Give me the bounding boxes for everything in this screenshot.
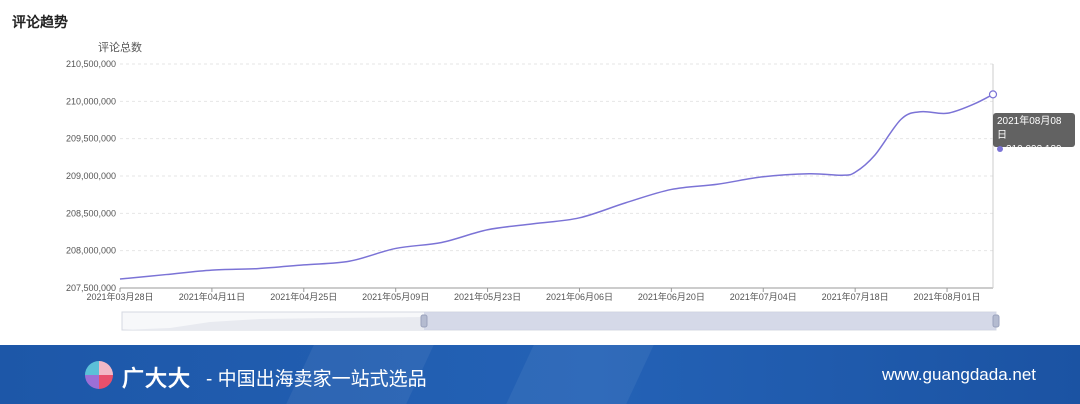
guangdada-logo-icon	[85, 361, 113, 389]
zoom-selection[interactable]	[424, 312, 996, 330]
y-tick-label: 210,000,000	[66, 96, 116, 106]
x-tick-labels: 2021年03月28日 2021年04月11日 2021年04月25日 2021年05…	[86, 288, 981, 302]
y-axis-label: 评论总数	[98, 40, 142, 54]
highlighted-point[interactable]	[988, 90, 998, 99]
banner-stripe	[506, 345, 654, 404]
footer-banner: 广大大 - 中国出海卖家一站式选品 www.guangdada.net	[0, 345, 1080, 404]
brand-slogan: - 中国出海卖家一站式选品	[206, 369, 427, 390]
x-tick-label: 2021年04月25日	[270, 291, 337, 302]
grid-lines	[120, 63, 994, 289]
x-tick-label: 2021年07月18日	[822, 291, 889, 302]
brand-name: 广大大	[122, 366, 192, 391]
x-tick-label: 2021年04月11日	[179, 291, 245, 302]
y-tick-label: 209,000,000	[66, 171, 116, 181]
tooltip: 2021年08月08日 210,093,139	[993, 113, 1075, 155]
tooltip-date: 2021年08月08日	[997, 116, 1062, 141]
zoom-handle[interactable]	[992, 314, 1000, 328]
website-link[interactable]: www.guangdada.net	[882, 365, 1036, 385]
tooltip-value: 210,093,139	[1006, 144, 1062, 155]
series-line	[119, 93, 994, 280]
x-tick-label: 2021年03月28日	[86, 291, 153, 302]
y-tick-labels: 210,500,000 210,000,000 209,500,000 209,000…	[66, 59, 116, 293]
y-tick-label: 208,500,000	[66, 208, 116, 218]
series-dot-icon	[997, 146, 1003, 153]
x-tick-label: 2021年06月06日	[546, 291, 613, 302]
data-zoom-slider[interactable]	[121, 311, 1000, 331]
y-tick-label: 209,500,000	[66, 134, 116, 144]
x-tick-label: 2021年07月04日	[730, 291, 797, 302]
x-tick-label: 2021年05月09日	[362, 291, 429, 302]
x-tick-label: 2021年05月23日	[454, 291, 521, 302]
y-tick-label: 210,500,000	[66, 59, 116, 69]
zoom-handle[interactable]	[420, 314, 428, 328]
tooltip-value-row: 210,093,139	[997, 143, 1071, 157]
x-tick-label: 2021年06月20日	[638, 291, 705, 302]
x-tick-label: 2021年08月01日	[914, 291, 981, 302]
y-tick-label: 208,000,000	[66, 246, 116, 256]
line-chart: 评论总数 210,500,000 210,000,000 209,500,000 20…	[66, 40, 1000, 331]
